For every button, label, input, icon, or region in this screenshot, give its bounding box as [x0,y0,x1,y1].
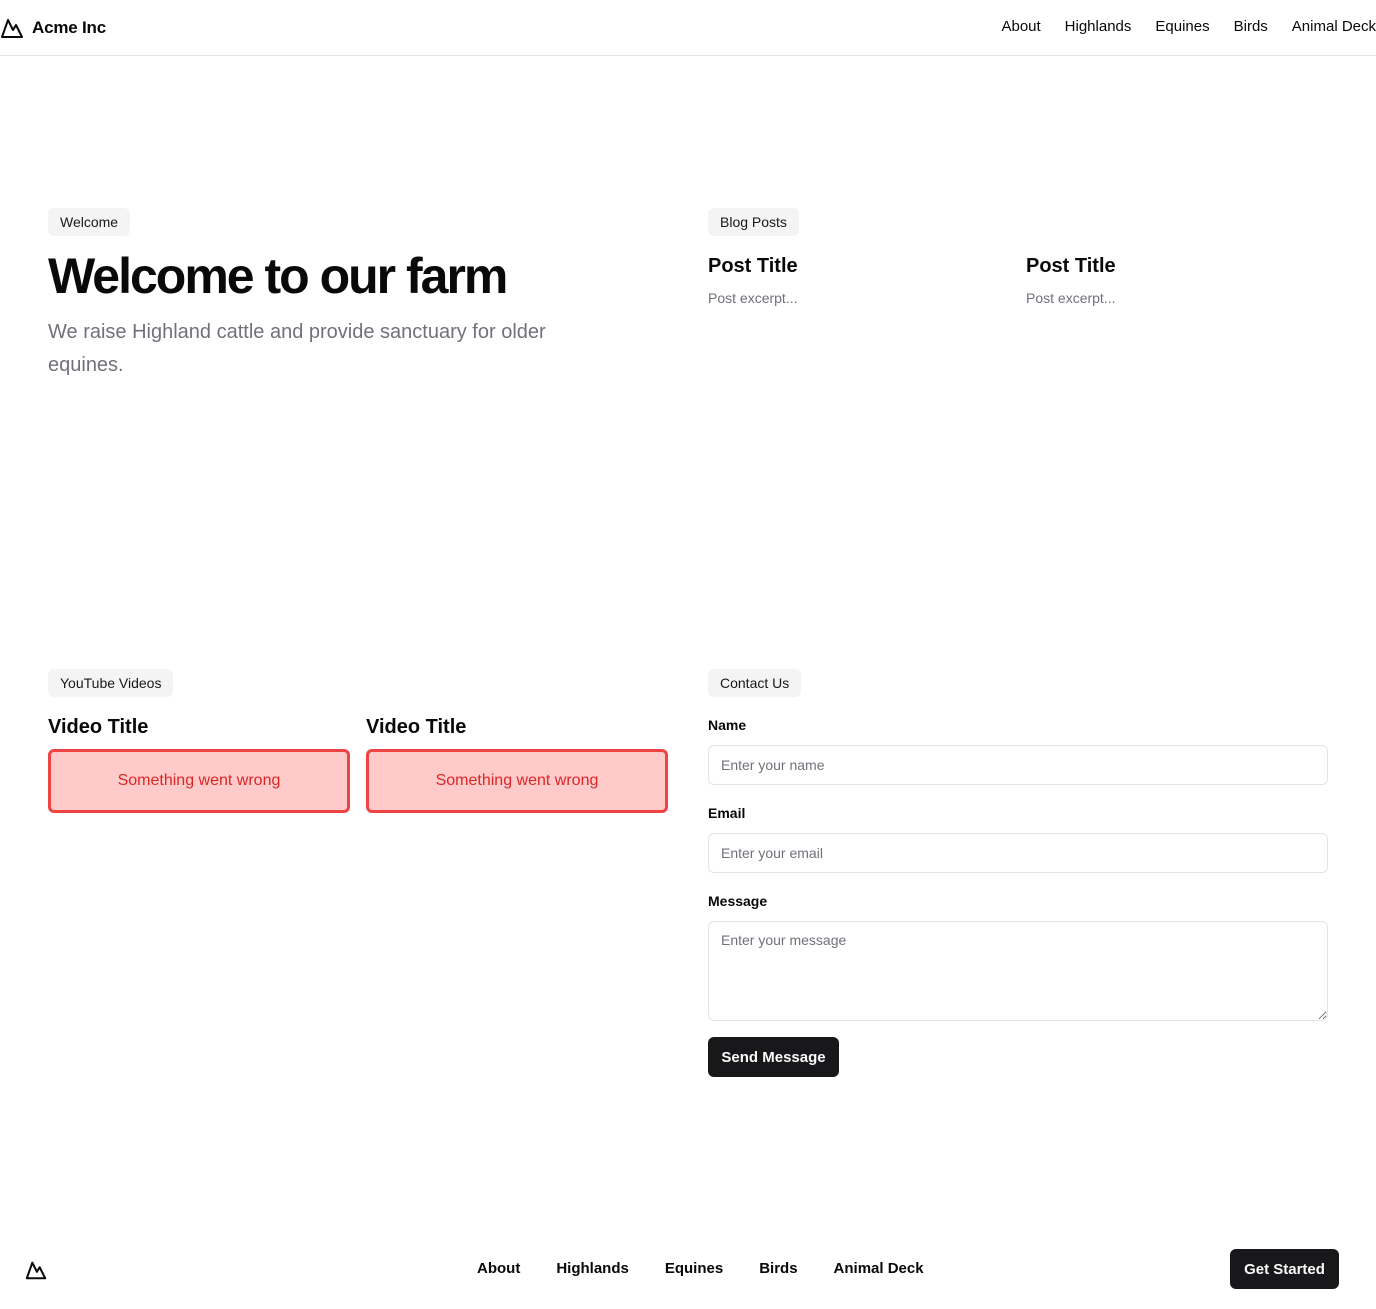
footer-nav-animal-deck[interactable]: Animal Deck [834,1260,924,1277]
email-label: Email [708,805,746,821]
name-label: Name [708,717,747,733]
brand-link[interactable]: Acme Inc [0,16,106,40]
video-title: Video Title [366,716,467,738]
footer-nav-birds[interactable]: Birds [759,1260,797,1277]
blog-posts-badge: Blog Posts [708,208,799,236]
nav-equines[interactable]: Equines [1155,18,1209,35]
post-excerpt: Post excerpt... [708,290,798,306]
nav-birds[interactable]: Birds [1234,18,1268,35]
send-message-button[interactable]: Send Message [708,1037,839,1077]
footer-nav-about[interactable]: About [477,1260,520,1277]
post-excerpt: Post excerpt... [1026,290,1116,306]
post-title[interactable]: Post Title [1026,253,1116,279]
video-error-message: Something went wrong [366,749,668,813]
contact-us-badge: Contact Us [708,669,802,697]
mountain-icon [25,1261,47,1280]
message-label: Message [708,893,768,909]
email-field[interactable] [708,833,1328,873]
video-error-message: Something went wrong [48,749,350,813]
nav-animal-deck[interactable]: Animal Deck [1292,18,1376,35]
footer-nav-equines[interactable]: Equines [665,1260,723,1277]
header-nav: About Highlands Equines Birds Animal Dec… [1001,18,1376,35]
hero-title: Welcome to our farm [48,248,508,304]
footer-nav: About Highlands Equines Birds Animal Dec… [477,1260,924,1277]
post-title[interactable]: Post Title [708,253,798,279]
mountain-icon [1,19,23,38]
video-title: Video Title [48,716,149,738]
brand-name: Acme Inc [32,18,106,37]
hero-subtitle: We raise Highland cattle and provide san… [48,321,546,376]
get-started-button[interactable]: Get Started [1230,1249,1339,1289]
site-header: Acme Inc About Highlands Equines Birds A… [0,0,1376,56]
welcome-badge: Welcome [48,208,131,236]
name-field[interactable] [708,745,1328,785]
youtube-videos-badge: YouTube Videos [48,669,174,697]
footer-logo-link[interactable] [25,1259,47,1286]
nav-highlands[interactable]: Highlands [1065,18,1132,35]
message-field[interactable] [708,921,1328,1021]
nav-about[interactable]: About [1001,18,1040,35]
footer-nav-highlands[interactable]: Highlands [556,1260,629,1277]
